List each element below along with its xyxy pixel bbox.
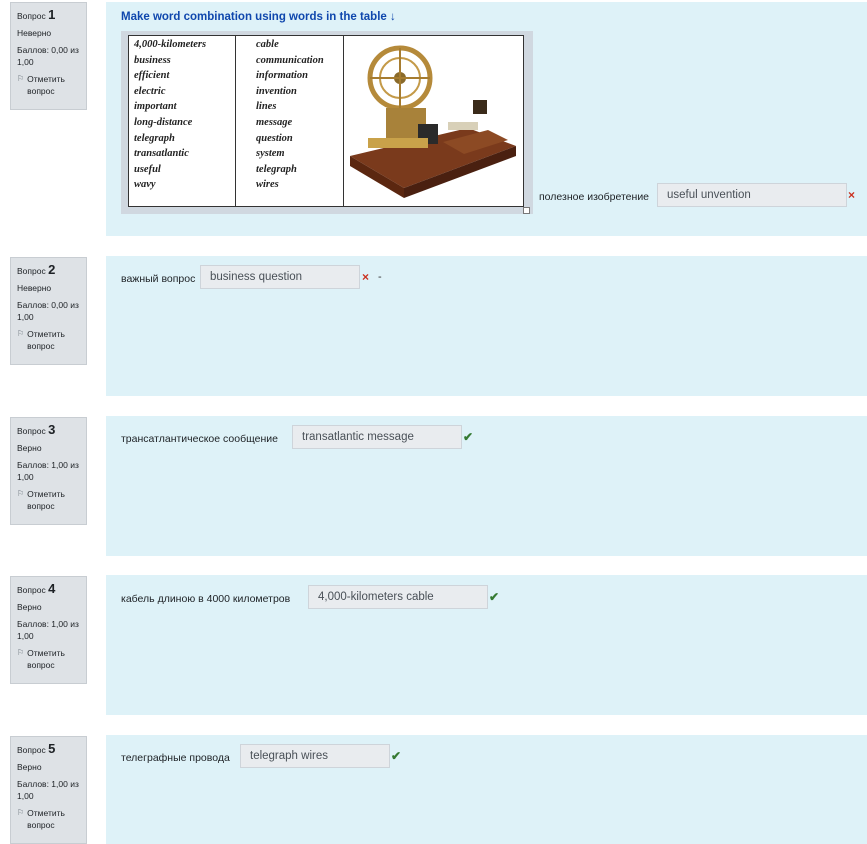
prompt-text: телеграфные провода [121, 752, 230, 764]
flag-icon[interactable]: ⚐ [17, 328, 24, 340]
incorrect-icon: × [362, 270, 370, 284]
question-score: Баллов: 1,00 из 1,00 [17, 619, 79, 641]
question-number: Вопрос 4 [17, 581, 56, 596]
prompt-text: полезное изобретение [539, 191, 650, 203]
question-title: Make word combination using words in the… [121, 11, 396, 23]
question-status: Верно [17, 762, 42, 772]
question-info-3: Вопрос 3 Верно Баллов: 1,00 из 1,00 ⚐ Отм… [10, 417, 87, 525]
trailing-dash: - [378, 271, 382, 283]
question-score: Баллов: 1,00 из 1,00 [17, 779, 79, 801]
question-status: Неверно [17, 283, 52, 293]
flag-question-link[interactable]: ⚐ Отметить вопрос [17, 807, 80, 831]
word-table: 4,000-kilometers business efficient elec… [128, 35, 524, 207]
incorrect-icon: × [848, 188, 856, 202]
correct-icon: ✔ [391, 749, 402, 763]
flag-question-link[interactable]: ⚐ Отметить вопрос [17, 73, 80, 97]
question-score: Баллов: 0,00 из 1,00 [17, 300, 79, 322]
prompt-text: кабель длиною в 4000 километров [121, 593, 291, 605]
flag-icon[interactable]: ⚐ [17, 647, 24, 659]
question-status: Верно [17, 602, 42, 612]
telegraph-machine-image [348, 38, 520, 204]
question-number: Вопрос 5 [17, 741, 56, 756]
prompt-text: важный вопрос [121, 273, 196, 285]
answer-field[interactable]: 4,000-kilometers cable [308, 585, 488, 609]
prompt-text: трансатлантическое сообщение [121, 433, 278, 445]
correct-icon: ✔ [489, 590, 500, 604]
question-number: Вопрос 2 [17, 262, 56, 277]
question-score: Баллов: 0,00 из 1,00 [17, 45, 79, 67]
answer-field[interactable]: useful unvention [657, 183, 847, 207]
flag-question-link[interactable]: ⚐ Отметить вопрос [17, 328, 80, 352]
question-status: Верно [17, 443, 42, 453]
word-column-1: 4,000-kilometers business efficient elec… [129, 36, 236, 206]
flag-question-link[interactable]: ⚐ Отметить вопрос [17, 647, 80, 671]
question-number: Вопрос 3 [17, 422, 56, 437]
question-info-2: Вопрос 2 Неверно Баллов: 0,00 из 1,00 ⚐ О… [10, 257, 87, 365]
flag-icon[interactable]: ⚐ [17, 73, 24, 85]
word-column-2: cable communication information inventio… [236, 36, 344, 206]
correct-icon: ✔ [463, 430, 474, 444]
question-status: Неверно [17, 28, 52, 38]
flag-icon[interactable]: ⚐ [17, 488, 24, 500]
answer-field[interactable]: business question [200, 265, 360, 289]
question-score: Баллов: 1,00 из 1,00 [17, 460, 79, 482]
answer-field[interactable]: transatlantic message [292, 425, 462, 449]
answer-field[interactable]: telegraph wires [240, 744, 390, 768]
question-info-1: Вопрос 1 Неверно Баллов: 0,00 из 1,00 ⚐ О… [10, 2, 87, 110]
flag-question-link[interactable]: ⚐ Отметить вопрос [17, 488, 80, 512]
question-info-4: Вопрос 4 Верно Баллов: 1,00 из 1,00 ⚐ Отм… [10, 576, 87, 684]
question-info-5: Вопрос 5 Верно Баллов: 1,00 из 1,00 ⚐ Отм… [10, 736, 87, 844]
telegraph-image [344, 36, 523, 206]
flag-icon[interactable]: ⚐ [17, 807, 24, 819]
resize-handle[interactable] [523, 207, 530, 214]
word-table-container: 4,000-kilometers business efficient elec… [121, 31, 533, 214]
question-number: Вопрос 1 [17, 7, 56, 22]
